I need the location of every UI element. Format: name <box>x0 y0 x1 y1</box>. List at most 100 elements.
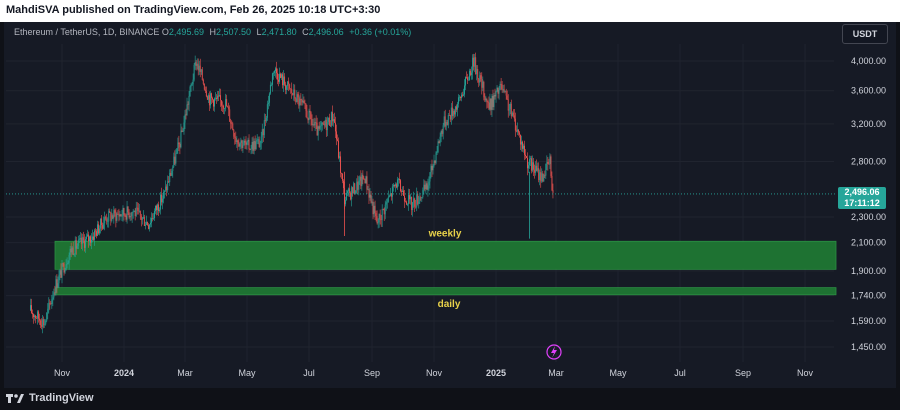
candle-body <box>403 190 404 196</box>
candle-body <box>482 81 484 88</box>
candle-body <box>302 100 304 103</box>
candle-body <box>496 87 498 92</box>
candle-body <box>128 212 130 218</box>
candle-body <box>73 254 75 255</box>
candle-body <box>41 325 43 327</box>
candle-body <box>452 110 454 117</box>
candle-body <box>156 205 157 211</box>
candle-body <box>144 224 146 226</box>
candle-body <box>179 144 181 148</box>
tradingview-brand[interactable]: TradingView <box>6 392 94 404</box>
candle-body <box>523 145 524 149</box>
candle-body <box>120 214 122 217</box>
x-tick-label: Nov <box>797 368 814 378</box>
candle-body <box>481 78 483 88</box>
candle-body <box>258 139 260 147</box>
y-tick-label: 1,590.00 <box>851 316 886 326</box>
candle-body <box>296 94 298 103</box>
candle-body <box>394 184 396 187</box>
candle-body <box>350 192 352 200</box>
candle-body <box>54 292 56 294</box>
candle-body <box>379 213 381 220</box>
candle-body <box>78 239 80 241</box>
candle-body <box>506 95 508 100</box>
candle-body <box>219 95 221 97</box>
candle-body <box>255 141 257 150</box>
candle-body <box>276 68 277 74</box>
candle-body <box>382 208 384 210</box>
candle-body <box>489 98 491 110</box>
candle-body <box>288 81 290 85</box>
candle-body <box>463 94 464 96</box>
candle-body <box>468 79 470 81</box>
candle-body <box>107 221 109 222</box>
candle-body <box>106 218 108 222</box>
candle-body <box>116 213 118 221</box>
candle-body <box>447 115 449 125</box>
candle-body <box>232 123 234 130</box>
currency-button[interactable]: USDT <box>842 24 888 44</box>
y-tick-label: 1,740.00 <box>851 291 886 301</box>
candle-body <box>346 193 348 201</box>
candle-body <box>402 190 403 192</box>
candle-body <box>90 236 91 243</box>
candle-body <box>277 73 278 80</box>
y-tick-label: 3,600.00 <box>851 86 886 96</box>
candle-body <box>55 279 57 293</box>
candle-body <box>67 262 69 265</box>
candle-body <box>408 195 410 205</box>
y-tick-label: 2,800.00 <box>851 157 886 167</box>
candle-body <box>50 303 52 304</box>
candle-body <box>349 188 351 193</box>
candle-body <box>550 156 552 176</box>
candle-body <box>514 118 516 131</box>
candle-body <box>259 143 261 147</box>
price-chart[interactable]: weekly daily 4,000.00 3,600.00 3,200.00 2,800… <box>0 0 900 410</box>
candle-body <box>133 210 135 212</box>
candle-body <box>480 75 482 79</box>
candle-body <box>385 202 387 205</box>
candle-body <box>231 123 233 125</box>
candle-body <box>544 174 546 176</box>
candle-body <box>43 319 45 326</box>
zone-label-weekly: weekly <box>428 228 462 239</box>
candle-body <box>208 95 210 106</box>
candle-body <box>62 263 64 265</box>
candle-body <box>437 141 439 153</box>
candle-body <box>247 139 249 142</box>
candle-body <box>429 172 431 182</box>
candle-body <box>475 57 477 75</box>
candle-body <box>267 102 269 105</box>
candle-body <box>266 104 268 118</box>
candle-body <box>494 95 496 97</box>
candle-body <box>100 218 102 229</box>
candle-body <box>305 103 307 111</box>
candle-body <box>335 131 337 140</box>
candle-body <box>522 141 523 149</box>
candle-body <box>518 132 520 135</box>
candle-body <box>157 204 158 211</box>
change-value: +0.36 (+0.01%) <box>349 27 412 37</box>
x-tick-label: Nov <box>426 368 443 378</box>
low-value: 2,471.80 <box>261 27 297 37</box>
x-tick-label: Jul <box>303 368 315 378</box>
candle-body <box>225 99 227 109</box>
candle-body <box>101 218 103 226</box>
candle-body <box>268 93 270 103</box>
candle-body <box>164 190 166 193</box>
candle-body <box>94 230 95 240</box>
candle-body <box>201 69 203 80</box>
candle-body <box>432 165 434 171</box>
candle-body <box>61 263 63 278</box>
candle-body <box>118 214 120 217</box>
candle-body <box>371 201 373 203</box>
tradingview-brand-text: TradingView <box>29 392 94 404</box>
candle-body <box>131 211 133 217</box>
candle-body <box>37 311 39 319</box>
candle-body <box>474 57 476 67</box>
candle-body <box>543 174 545 182</box>
x-tick-label: Nov <box>54 368 71 378</box>
candle-body <box>343 180 345 189</box>
candle-body <box>509 103 511 110</box>
candle-body <box>104 217 106 224</box>
